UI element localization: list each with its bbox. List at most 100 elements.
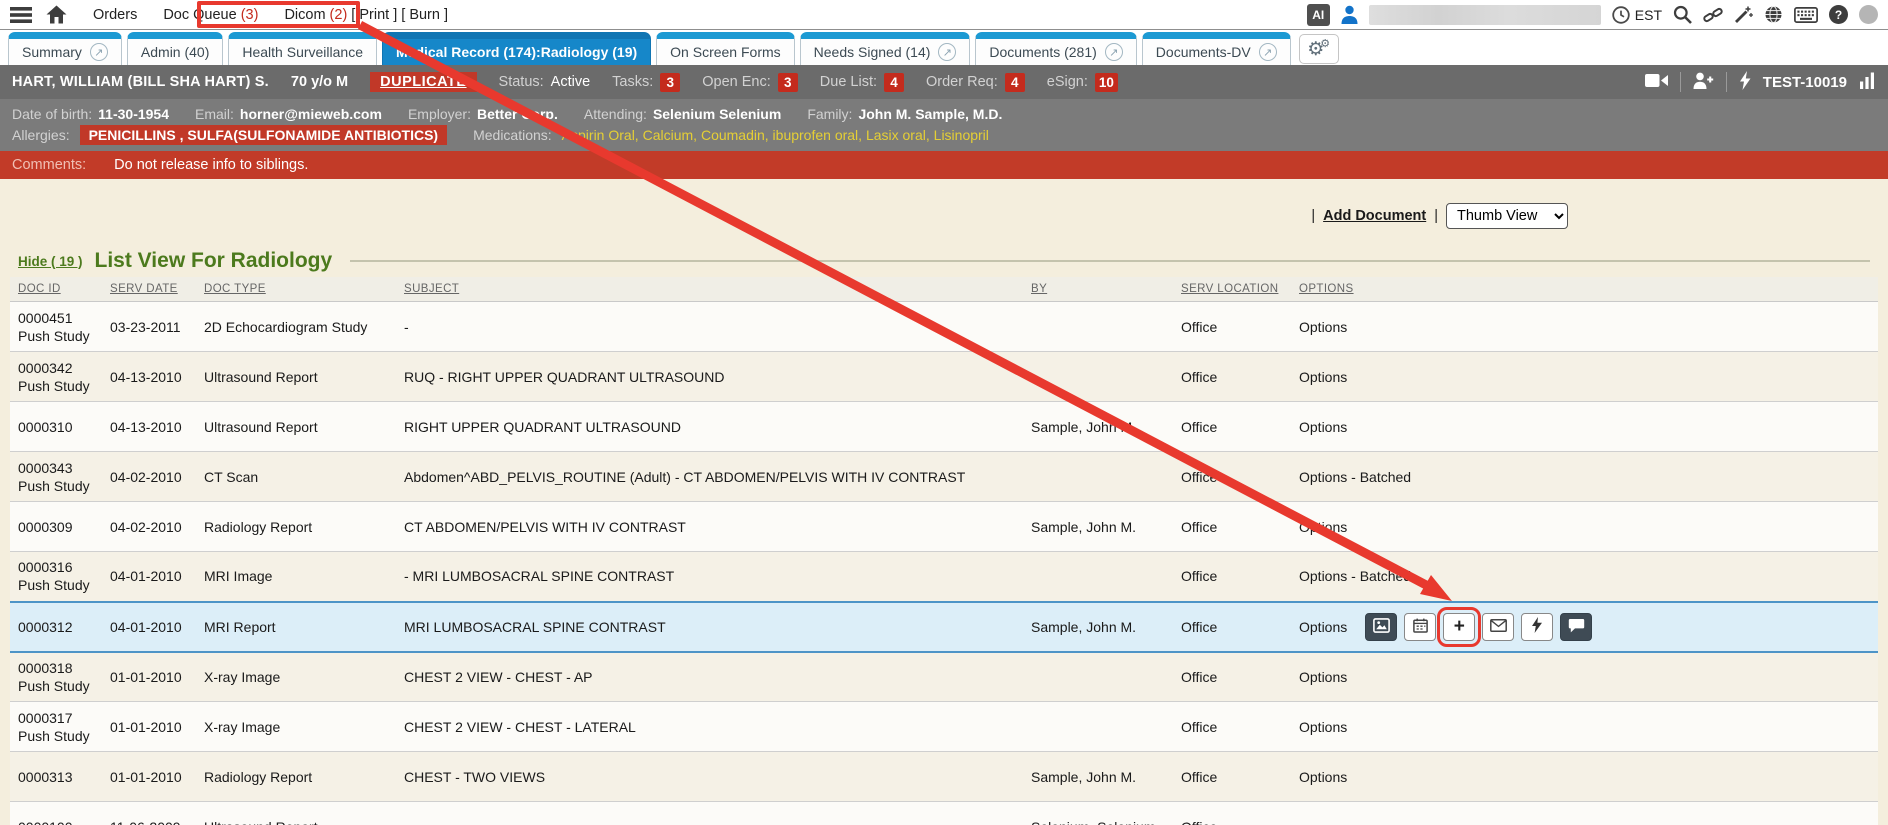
tab-admin[interactable]: Admin (40) <box>127 32 223 65</box>
push-study-label[interactable]: Push Study <box>18 577 94 593</box>
column-header[interactable]: DOC TYPE <box>196 277 396 302</box>
count-badge[interactable]: 10 <box>1095 73 1118 92</box>
calendar-button[interactable] <box>1404 613 1436 641</box>
chat-button[interactable] <box>1560 613 1592 641</box>
keyboard-icon[interactable] <box>1794 7 1818 23</box>
search-icon[interactable] <box>1673 5 1692 24</box>
tab-health-surveillance[interactable]: Health Surveillance <box>228 32 377 65</box>
tab-documents-dv[interactable]: Documents-DV↗ <box>1142 32 1291 65</box>
clock-icon[interactable] <box>1612 6 1630 24</box>
options-link[interactable]: Options <box>1299 519 1347 535</box>
column-header[interactable]: DOC ID <box>10 277 102 302</box>
doc-id[interactable]: 0000313 <box>18 769 73 785</box>
options-link[interactable]: Options <box>1299 369 1347 385</box>
options-link[interactable]: Options <box>1299 669 1347 685</box>
lightning-bolt-icon[interactable] <box>1739 71 1751 94</box>
medication-link[interactable]: Calcium, <box>643 127 701 143</box>
chart-icon[interactable] <box>1859 72 1876 93</box>
doc-id[interactable]: 0000343 <box>18 460 73 476</box>
column-header[interactable]: SERV LOCATION <box>1173 277 1291 302</box>
home-icon[interactable] <box>46 5 67 24</box>
patient-header-bar: HART, WILLIAM (BILL SHA HART) S. 70 y/o … <box>0 65 1888 99</box>
table-row[interactable]: 0000317Push Study01-01-2010X-ray ImageCH… <box>10 702 1878 752</box>
doc-id[interactable]: 0000451 <box>18 310 73 326</box>
tab-needs-signed[interactable]: Needs Signed (14)↗ <box>800 32 971 65</box>
push-study-label[interactable]: Push Study <box>18 678 94 694</box>
envelope-button[interactable] <box>1482 613 1514 641</box>
options-link[interactable]: Options <box>1299 719 1347 735</box>
doc-id[interactable]: 0000317 <box>18 710 73 726</box>
tab-summary[interactable]: Summary↗ <box>8 32 122 65</box>
table-row[interactable]: 0000342Push Study04-13-2010Ultrasound Re… <box>10 352 1878 402</box>
help-icon[interactable]: ? <box>1829 5 1848 24</box>
tab-on-screen-forms[interactable]: On Screen Forms <box>656 32 794 65</box>
hide-link[interactable]: Hide ( 19 ) <box>18 254 83 269</box>
doc-id[interactable]: 0000312 <box>18 619 73 635</box>
column-header[interactable]: SUBJECT <box>396 277 1023 302</box>
add-document-link[interactable]: Add Document <box>1323 208 1426 224</box>
options-link[interactable]: Options - Batched <box>1299 469 1411 485</box>
medication-link[interactable]: Lasix oral, <box>866 127 934 143</box>
table-row[interactable]: 000031301-01-2010Radiology ReportCHEST -… <box>10 752 1878 802</box>
options-link[interactable]: Options - Batched <box>1299 568 1411 584</box>
table-row[interactable]: 000030904-02-2010Radiology ReportCT ABDO… <box>10 502 1878 552</box>
medication-link[interactable]: Lisinopril <box>934 127 989 143</box>
doc-id[interactable]: 0000100 <box>18 819 73 825</box>
options-link[interactable]: Options <box>1299 619 1347 635</box>
push-study-label[interactable]: Push Study <box>18 728 94 744</box>
count-badge[interactable]: 4 <box>1005 73 1025 92</box>
view-mode-select[interactable]: Thumb View <box>1446 203 1568 229</box>
doc-id[interactable]: 0000309 <box>18 519 73 535</box>
medication-link[interactable]: Aspirin Oral, <box>562 127 643 143</box>
table-row[interactable]: 0000318Push Study01-01-2010X-ray ImageCH… <box>10 652 1878 702</box>
globe-icon[interactable] <box>1764 5 1783 24</box>
doc-id[interactable]: 0000318 <box>18 660 73 676</box>
column-header[interactable]: OPTIONS <box>1291 277 1878 302</box>
doc-id[interactable]: 0000316 <box>18 559 73 575</box>
nav-item-doc-queue[interactable]: Doc Queue (3) <box>163 7 258 23</box>
medication-link[interactable]: ibuprofen oral, <box>773 127 866 143</box>
external-link-icon[interactable]: ↗ <box>1259 43 1277 61</box>
nav-item-dicom[interactable]: Dicom (2) [ Print ] [ Burn ] <box>284 7 448 23</box>
medication-link[interactable]: Coumadin, <box>701 127 773 143</box>
column-header[interactable]: SERV DATE <box>102 277 196 302</box>
table-row[interactable]: 000010011-06-2009Ultrasound ReportSeleni… <box>10 802 1878 825</box>
link-icon[interactable] <box>1703 6 1723 24</box>
table-row[interactable]: 000031004-13-2010Ultrasound ReportRIGHT … <box>10 402 1878 452</box>
count-badge[interactable]: 4 <box>884 73 904 92</box>
options-link[interactable]: Options <box>1299 319 1347 335</box>
allergies-badge[interactable]: PENICILLINS , SULFA(SULFONAMIDE ANTIBIOT… <box>80 125 447 145</box>
options-link[interactable]: Options <box>1299 769 1347 785</box>
options-link[interactable]: Options <box>1299 419 1347 435</box>
hamburger-menu-icon[interactable] <box>10 7 32 23</box>
column-header[interactable]: BY <box>1023 277 1173 302</box>
doc-id[interactable]: 0000342 <box>18 360 73 376</box>
push-study-label[interactable]: Push Study <box>18 378 94 394</box>
table-row[interactable]: 000031204-01-2010MRI ReportMRI LUMBOSACR… <box>10 602 1878 652</box>
push-study-label[interactable]: Push Study <box>18 478 94 494</box>
magic-wand-icon[interactable] <box>1734 5 1753 24</box>
tab-documents[interactable]: Documents (281)↗ <box>975 32 1136 65</box>
table-row[interactable]: 0000316Push Study04-01-2010MRI Image- MR… <box>10 552 1878 602</box>
video-camera-icon[interactable] <box>1645 73 1668 92</box>
ai-badge[interactable]: AI <box>1307 4 1330 26</box>
table-row[interactable]: 0000451Push Study03-23-20112D Echocardio… <box>10 302 1878 352</box>
tab-medical-record-radiology[interactable]: Medical Record (174):Radiology (19) <box>382 32 651 65</box>
doc-id[interactable]: 0000310 <box>18 419 73 435</box>
count-badge[interactable]: 3 <box>660 73 680 92</box>
lightning-button[interactable] <box>1521 613 1553 641</box>
tab-settings-button[interactable]: ⚙ ⚙ <box>1299 34 1339 64</box>
user-icon[interactable] <box>1341 5 1358 24</box>
nav-item-orders[interactable]: Orders <box>93 7 137 23</box>
add-person-icon[interactable] <box>1693 72 1714 93</box>
view-image-button[interactable] <box>1365 613 1397 641</box>
external-link-icon[interactable]: ↗ <box>1105 43 1123 61</box>
push-study-label[interactable]: Push Study <box>18 328 94 344</box>
duplicate-badge[interactable]: DUPLICATE <box>370 72 476 92</box>
add-button[interactable]: + <box>1443 613 1475 641</box>
external-link-icon[interactable]: ↗ <box>938 43 956 61</box>
profile-circle-icon[interactable] <box>1859 5 1878 24</box>
external-link-icon[interactable]: ↗ <box>90 43 108 61</box>
count-badge[interactable]: 3 <box>778 73 798 92</box>
table-row[interactable]: 0000343Push Study04-02-2010CT ScanAbdome… <box>10 452 1878 502</box>
